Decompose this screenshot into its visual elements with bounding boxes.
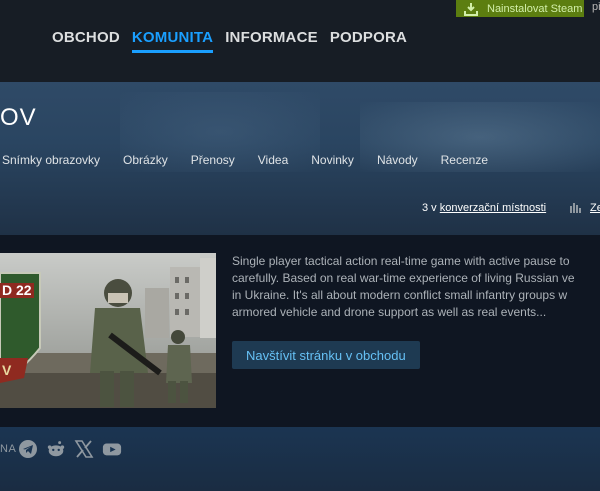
tab-reviews[interactable]: Recenze <box>441 153 488 167</box>
social-footer: NA <box>0 427 600 491</box>
tab-broadcasts[interactable]: Přenosy <box>191 153 235 167</box>
tab-artwork[interactable]: Obrázky <box>123 153 168 167</box>
description-line: in Ukraine. It's all about modern confli… <box>232 288 568 302</box>
tab-screenshots[interactable]: Snímky obrazovky <box>2 153 100 167</box>
capsule-title-bottom: V <box>2 362 12 378</box>
x-icon[interactable] <box>74 439 94 459</box>
reddit-icon[interactable] <box>46 439 66 459</box>
visit-store-button[interactable]: Navštívit stránku v obchodu <box>232 341 420 369</box>
install-steam-button[interactable]: Nainstalovat Steam <box>456 0 584 17</box>
main-nav: OBCHOD KOMUNITA INFORMACE PODPORA <box>52 29 419 53</box>
tab-news[interactable]: Novinky <box>311 153 354 167</box>
nav-store[interactable]: OBCHOD <box>52 29 120 53</box>
stats-icon <box>570 202 582 216</box>
description-line: carefully. Based on real war-time experi… <box>232 271 575 285</box>
nav-about[interactable]: INFORMACE <box>225 29 318 53</box>
chat-room-info: 3 v konverzační místnosti Ze <box>422 202 600 214</box>
follow-label: NA <box>0 443 17 455</box>
nav-support[interactable]: PODPORA <box>330 29 407 53</box>
tab-videos[interactable]: Videa <box>258 153 288 167</box>
description-line: Single player tactical action real-time … <box>232 254 570 268</box>
chat-room-link[interactable]: konverzační místnosti <box>440 202 546 214</box>
game-capsule-image[interactable]: D 22 V <box>0 253 216 408</box>
nav-community[interactable]: KOMUNITA <box>131 29 214 53</box>
global-header: Nainstalovat Steam přihlásit se OBCHOD K… <box>0 0 600 82</box>
game-description: Single player tactical action real-time … <box>232 253 600 321</box>
install-steam-label: Nainstalovat Steam <box>487 2 583 15</box>
tab-guides[interactable]: Návody <box>377 153 418 167</box>
game-info-panel: D 22 V Single player tactical action rea… <box>0 235 600 427</box>
hub-title: OV <box>0 104 37 131</box>
capsule-title-top: D 22 <box>2 282 32 298</box>
description-line: armored vehicle and drone support as wel… <box>232 305 547 319</box>
hub-tabs: Snímky obrazovky Obrázky Přenosy Videa N… <box>0 153 511 167</box>
login-link[interactable]: přihlásit se <box>592 1 600 13</box>
youtube-icon[interactable] <box>102 439 122 459</box>
stats-link[interactable]: Ze <box>590 202 600 214</box>
social-links <box>18 439 122 459</box>
telegram-icon[interactable] <box>18 439 38 459</box>
community-hub-header: OV Snímky obrazovky Obrázky Přenosy Vide… <box>0 82 600 235</box>
download-icon <box>464 2 478 16</box>
chat-count: 3 v <box>422 202 437 214</box>
